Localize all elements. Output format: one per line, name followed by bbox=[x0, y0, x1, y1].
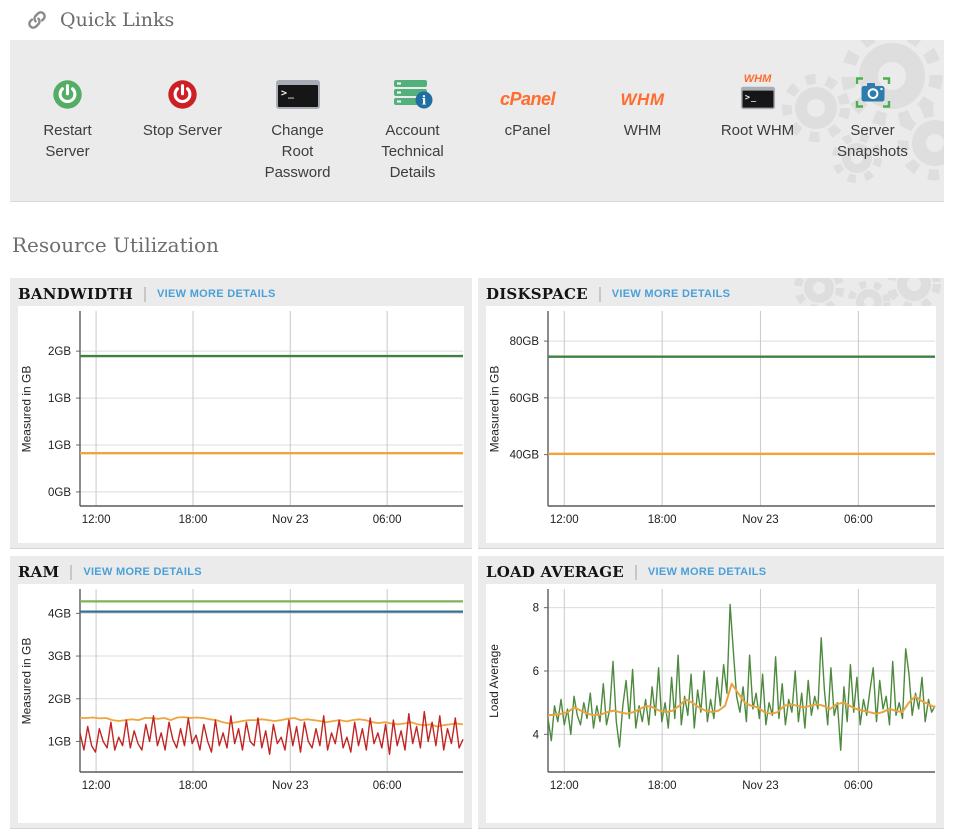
quick-link-restart-server[interactable]: Restart Server bbox=[10, 58, 125, 183]
quick-link-label: Account Technical Details bbox=[369, 120, 457, 183]
divider bbox=[599, 287, 601, 302]
panel-header: LOAD AVERAGE VIEW MORE DETAILS bbox=[486, 563, 936, 581]
quick-link-label: Server Snapshots bbox=[829, 120, 917, 162]
svg-text:0GB: 0GB bbox=[48, 487, 71, 499]
svg-text:8: 8 bbox=[533, 603, 539, 615]
chart-panel-ram: RAM VIEW MORE DETAILS Measured in GB 4GB… bbox=[10, 556, 472, 829]
chart-title: BANDWIDTH bbox=[18, 285, 133, 303]
quick-links-row: Restart Server Stop Server > _ bbox=[10, 40, 944, 183]
svg-text:4: 4 bbox=[533, 729, 540, 741]
camera-snapshot-icon bbox=[815, 58, 930, 114]
ram-chart: Measured in GB 4GB3GB2GB1GB12:0018:00Nov… bbox=[18, 584, 464, 823]
svg-text:Nov 23: Nov 23 bbox=[272, 514, 308, 526]
svg-text:18:00: 18:00 bbox=[179, 514, 208, 526]
svg-text:12:00: 12:00 bbox=[82, 514, 111, 526]
view-more-details-link[interactable]: VIEW MORE DETAILS bbox=[612, 288, 731, 300]
svg-text:18:00: 18:00 bbox=[648, 514, 677, 526]
page-header: Quick Links bbox=[0, 0, 958, 40]
svg-text:12:00: 12:00 bbox=[82, 780, 111, 792]
quick-link-server-snapshots[interactable]: Server Snapshots bbox=[815, 58, 930, 183]
svg-text:_: _ bbox=[288, 88, 295, 99]
svg-text:18:00: 18:00 bbox=[648, 780, 677, 792]
chart-title: LOAD AVERAGE bbox=[486, 563, 624, 581]
power-icon-green bbox=[10, 58, 125, 114]
divider bbox=[144, 287, 146, 302]
whm-logo: WHM bbox=[585, 58, 700, 114]
svg-text:06:00: 06:00 bbox=[373, 514, 402, 526]
svg-text:1GB: 1GB bbox=[48, 440, 71, 452]
svg-text:>: > bbox=[744, 93, 749, 103]
server-info-icon: i bbox=[355, 58, 470, 114]
chart-panel-load-average: LOAD AVERAGE VIEW MORE DETAILS Load Aver… bbox=[478, 556, 944, 829]
quick-link-label: Restart Server bbox=[24, 120, 112, 162]
svg-text:6: 6 bbox=[533, 666, 539, 678]
view-more-details-link[interactable]: VIEW MORE DETAILS bbox=[83, 566, 202, 578]
svg-text:_: _ bbox=[751, 93, 757, 103]
svg-text:Nov 23: Nov 23 bbox=[272, 780, 308, 792]
chart-panel-diskspace: DISKSPACE VIEW MORE DETAILS Measured in … bbox=[478, 278, 944, 549]
view-more-details-link[interactable]: VIEW MORE DETAILS bbox=[157, 288, 276, 300]
divider bbox=[635, 565, 637, 580]
view-more-details-link[interactable]: VIEW MORE DETAILS bbox=[648, 566, 767, 578]
quick-link-label: Change Root Password bbox=[254, 120, 342, 183]
svg-text:40GB: 40GB bbox=[510, 450, 540, 462]
quick-link-whm[interactable]: WHM WHM bbox=[585, 58, 700, 183]
svg-text:18:00: 18:00 bbox=[179, 780, 208, 792]
diskspace-chart: Measured in GB 80GB60GB40GB12:0018:00Nov… bbox=[486, 306, 936, 543]
chart-panel-bandwidth: BANDWIDTH VIEW MORE DETAILS Measured in … bbox=[10, 278, 472, 549]
cpanel-logo: cPanel bbox=[470, 58, 585, 114]
chart-title: RAM bbox=[18, 563, 59, 581]
bandwidth-chart: Measured in GB 2GB1GB1GB0GB12:0018:00Nov… bbox=[18, 306, 464, 543]
svg-text:>: > bbox=[281, 88, 287, 99]
svg-text:3GB: 3GB bbox=[48, 651, 71, 663]
load-average-chart: Load Average 86412:0018:00Nov 2306:00 bbox=[486, 584, 936, 823]
terminal-icon: > _ bbox=[240, 58, 355, 114]
svg-text:1GB: 1GB bbox=[48, 736, 71, 748]
terminal-icon: > _ bbox=[739, 86, 777, 110]
quick-link-change-root-password[interactable]: > _ Change Root Password bbox=[240, 58, 355, 183]
section-title: Resource Utilization bbox=[12, 233, 958, 257]
quick-link-stop-server[interactable]: Stop Server bbox=[125, 58, 240, 183]
svg-text:2GB: 2GB bbox=[48, 694, 71, 706]
svg-text:06:00: 06:00 bbox=[373, 780, 402, 792]
svg-text:2GB: 2GB bbox=[48, 346, 71, 358]
svg-text:4GB: 4GB bbox=[48, 608, 71, 620]
svg-text:i: i bbox=[421, 94, 426, 108]
chart-title: DISKSPACE bbox=[486, 285, 588, 303]
svg-text:Nov 23: Nov 23 bbox=[742, 780, 778, 792]
quick-link-cpanel[interactable]: cPanel cPanel bbox=[470, 58, 585, 183]
svg-text:60GB: 60GB bbox=[510, 393, 540, 405]
quick-link-label: Root WHM bbox=[714, 120, 802, 141]
quick-links-panel: Restart Server Stop Server > _ bbox=[10, 40, 944, 202]
svg-text:80GB: 80GB bbox=[510, 336, 540, 348]
divider bbox=[70, 565, 72, 580]
quick-link-label: cPanel bbox=[484, 120, 572, 141]
svg-text:06:00: 06:00 bbox=[844, 514, 873, 526]
svg-text:12:00: 12:00 bbox=[550, 514, 579, 526]
quick-link-root-whm[interactable]: WHM > _ Root WHM bbox=[700, 58, 815, 183]
svg-text:06:00: 06:00 bbox=[844, 780, 873, 792]
quick-link-label: WHM bbox=[599, 120, 687, 141]
svg-text:12:00: 12:00 bbox=[550, 780, 579, 792]
quick-link-label: Stop Server bbox=[139, 120, 227, 141]
quick-link-account-technical-details[interactable]: i Account Technical Details bbox=[355, 58, 470, 183]
panel-header: DISKSPACE VIEW MORE DETAILS bbox=[486, 285, 936, 303]
resource-utilization-grid: BANDWIDTH VIEW MORE DETAILS Measured in … bbox=[10, 278, 944, 829]
panel-header: BANDWIDTH VIEW MORE DETAILS bbox=[18, 285, 464, 303]
power-icon-red bbox=[125, 58, 240, 114]
svg-text:Nov 23: Nov 23 bbox=[742, 514, 778, 526]
root-whm-icon: WHM > _ bbox=[700, 58, 815, 114]
svg-text:1GB: 1GB bbox=[48, 393, 71, 405]
panel-header: RAM VIEW MORE DETAILS bbox=[18, 563, 464, 581]
link-icon bbox=[27, 10, 47, 30]
page-title: Quick Links bbox=[60, 9, 174, 31]
